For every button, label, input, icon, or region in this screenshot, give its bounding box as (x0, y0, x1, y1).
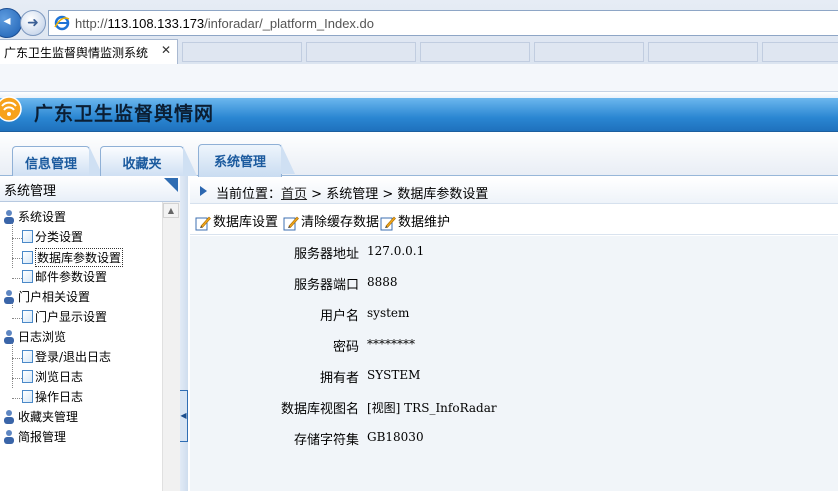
edit-icon (380, 216, 396, 230)
sidebar-title: 系统管理 (4, 184, 57, 199)
page-icon (22, 390, 33, 403)
server-port-value: 8888 (367, 275, 398, 289)
breadcrumb: 当前位置：首页 > 系统管理 > 数据库参数设置 (190, 178, 838, 204)
tree-item-mail-settings[interactable]: 邮件参数设置 (22, 268, 107, 288)
nav-tree: 系统设置 分类设置 数据库参数设置 邮件参数设置 门户相关设置 门户显示设置 日… (0, 202, 162, 491)
tree-connector (12, 318, 22, 319)
ie-icon (54, 15, 70, 31)
browser-tab-blurred[interactable] (182, 42, 302, 62)
page-icon (22, 270, 33, 283)
user-group-icon (4, 409, 14, 424)
tree-item-database-settings[interactable]: 数据库参数设置 (22, 248, 124, 268)
edit-icon (195, 216, 211, 230)
tree-connector (12, 378, 22, 379)
app-title: 广东卫生监督舆情网 (34, 103, 215, 125)
user-group-icon (4, 429, 14, 444)
browser-tabstrip: 广东卫生监督舆情监测系统 ✕ (0, 38, 838, 64)
browser-tab-blurred[interactable] (306, 42, 416, 62)
form-row-password: 密码 ******** (190, 329, 838, 359)
scroll-up-arrow-icon[interactable]: ▲ (163, 203, 179, 218)
form-row-charset: 存储字符集 GB18030 (190, 422, 838, 452)
form-row-server-address: 服务器地址 127.0.0.1 (190, 236, 838, 266)
form-row-view-name: 数据库视图名 [视图] TRS_InfoRadar (190, 391, 838, 421)
address-bar[interactable]: http://113.108.133.173/inforadar/_platfo… (48, 10, 838, 36)
collapse-sidebar-handle[interactable]: ◀ (180, 390, 188, 442)
view-name-label: 数据库视图名 (280, 402, 359, 417)
page-icon (22, 310, 33, 323)
tree-folder-system-settings[interactable]: 系统设置 (2, 208, 66, 228)
username-value: system (367, 306, 410, 320)
breadcrumb-prefix: 当前位置： (216, 187, 282, 202)
tree-item-operation-log[interactable]: 操作日志 (22, 388, 83, 408)
sidebar-header: 系统管理 (0, 176, 180, 202)
user-group-icon (4, 329, 14, 344)
edit-icon (283, 216, 299, 230)
tree-item-browse-log[interactable]: 浏览日志 (22, 368, 83, 388)
data-maintenance-button[interactable]: 数据维护 (380, 211, 450, 231)
user-group-icon (4, 289, 14, 304)
browser-tab-blurred[interactable] (420, 42, 530, 62)
password-value: ******** (367, 337, 415, 351)
app-header: 广东卫生监督舆情网 (0, 92, 838, 132)
database-settings-button[interactable]: 数据库设置 (195, 211, 278, 231)
server-port-label: 服务器端口 (293, 278, 359, 293)
tree-folder-favorites-management[interactable]: 收藏夹管理 (2, 408, 78, 428)
form-row-username: 用户名 system (190, 298, 838, 328)
tree-connector (12, 238, 22, 239)
signal-logo-icon (0, 96, 22, 122)
username-label: 用户名 (319, 309, 359, 324)
page-icon (22, 251, 33, 264)
browser-tab-blurred[interactable] (762, 42, 838, 62)
charset-label: 存储字符集 (293, 433, 359, 448)
pane-splitter[interactable] (180, 176, 188, 491)
tree-folder-portal-settings[interactable]: 门户相关设置 (2, 288, 90, 308)
tab-info-management[interactable]: 信息管理 (12, 146, 103, 176)
breadcrumb-home-link[interactable]: 首页 (281, 187, 307, 202)
password-label: 密码 (332, 340, 359, 355)
clear-cache-button[interactable]: 清除缓存数据 (283, 211, 379, 231)
tree-connector (12, 398, 22, 399)
form-row-server-port: 服务器端口 8888 (190, 267, 838, 297)
browser-tab-blurred[interactable] (534, 42, 644, 62)
tab-system-management[interactable]: 系统管理 (198, 144, 295, 177)
corner-triangle-icon (164, 178, 178, 192)
sidebar-scrollbar[interactable] (162, 202, 180, 491)
browser-toolbar (0, 64, 838, 92)
breadcrumb-path: > 系统管理 > 数据库参数设置 (307, 187, 489, 202)
forward-button[interactable]: ➜ (20, 10, 46, 36)
user-group-icon (4, 209, 14, 224)
owner-label: 拥有者 (319, 371, 359, 386)
database-settings-form: 服务器地址 127.0.0.1 服务器端口 8888 用户名 system 密码… (190, 236, 838, 491)
tree-item-portal-display[interactable]: 门户显示设置 (22, 308, 107, 328)
server-address-value: 127.0.0.1 (367, 244, 425, 258)
tree-connector (12, 278, 22, 279)
tree-connector (12, 258, 22, 259)
server-address-label: 服务器地址 (293, 247, 359, 262)
owner-value: SYSTEM (367, 368, 421, 382)
tab-favorites[interactable]: 收藏夹 (100, 146, 197, 176)
browser-tab-title: 广东卫生监督舆情监测系统 (4, 46, 149, 60)
page-icon (22, 230, 33, 243)
action-toolbar: 数据库设置 清除缓存数据 数据维护 (190, 205, 838, 235)
tree-folder-log-browse[interactable]: 日志浏览 (2, 328, 66, 348)
page-icon (22, 350, 33, 363)
url-text: http://113.108.133.173/inforadar/_platfo… (75, 16, 374, 31)
form-row-owner: 拥有者 SYSTEM (190, 360, 838, 390)
breadcrumb-text: 当前位置：首页 > 系统管理 > 数据库参数设置 (216, 183, 488, 202)
tree-folder-report-management[interactable]: 简报管理 (2, 428, 66, 448)
view-name-value: [视图] TRS_InfoRadar (367, 401, 497, 415)
module-tab-bar: 信息管理 收藏夹 系统管理 (0, 132, 838, 177)
tree-connector (12, 358, 22, 359)
page-icon (22, 370, 33, 383)
close-icon[interactable]: ✕ (161, 43, 171, 57)
charset-value: GB18030 (367, 430, 424, 444)
play-arrow-icon (200, 186, 207, 196)
tree-item-category-settings[interactable]: 分类设置 (22, 228, 83, 248)
browser-tab-active[interactable]: 广东卫生监督舆情监测系统 ✕ (0, 39, 178, 64)
browser-tab-blurred[interactable] (648, 42, 758, 62)
tree-item-login-log[interactable]: 登录/退出日志 (22, 348, 111, 368)
